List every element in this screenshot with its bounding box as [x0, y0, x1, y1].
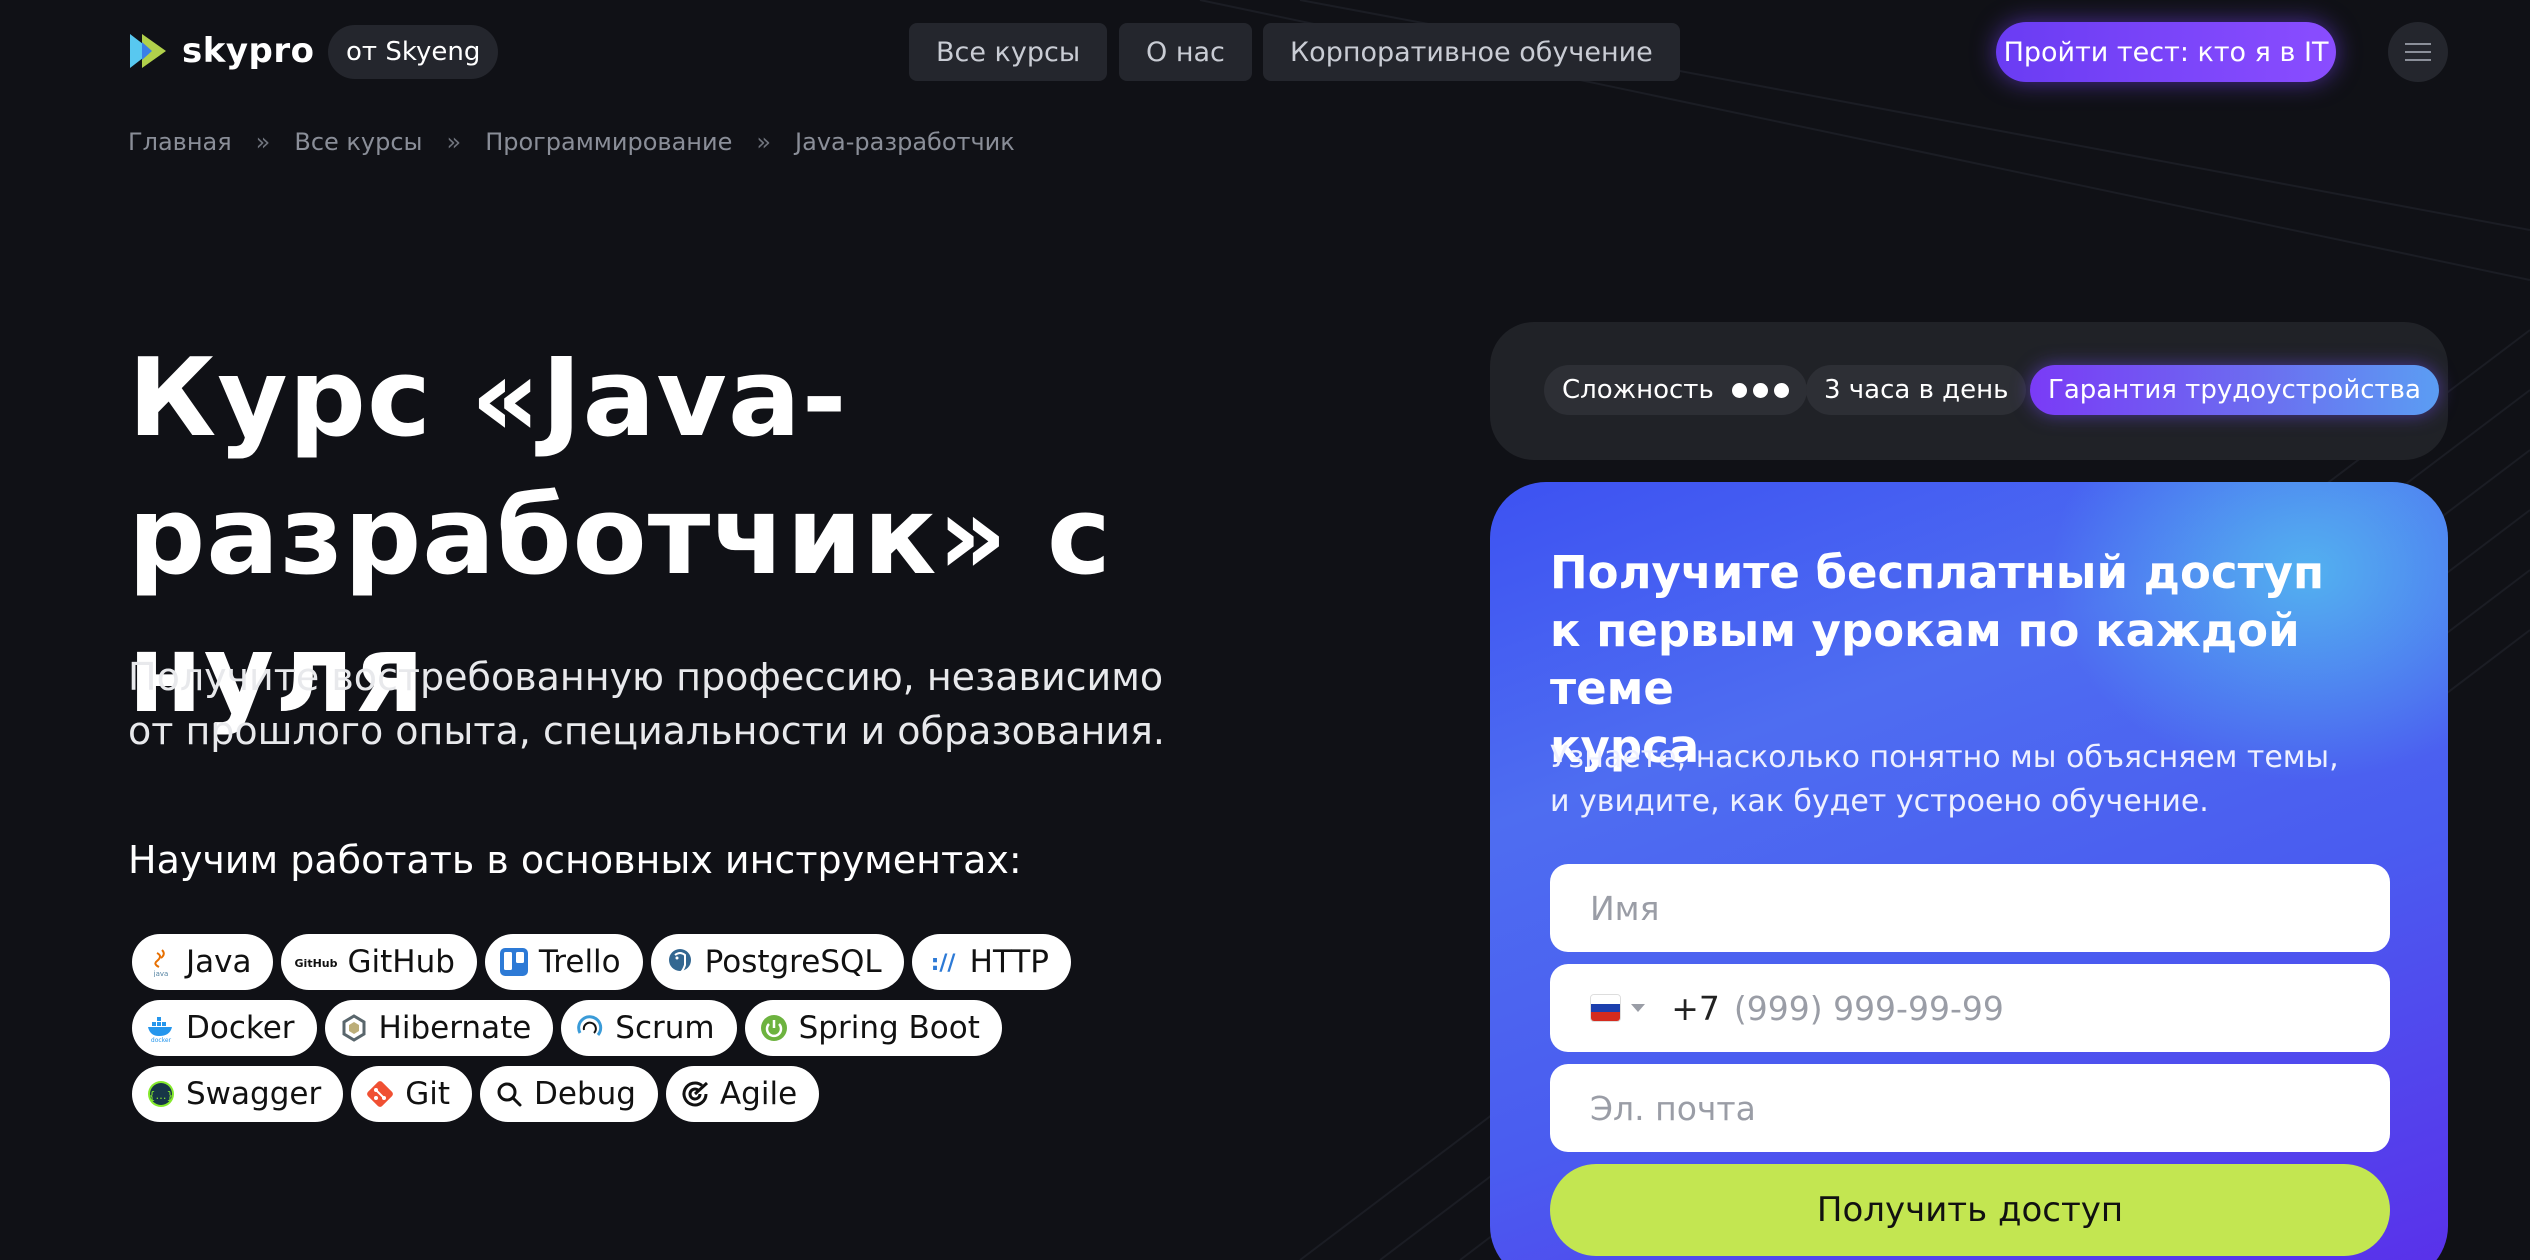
breadcrumb: Главная » Все курсы » Программирование »… — [128, 128, 1015, 156]
swagger-icon-label: {…} — [149, 1089, 174, 1102]
phone-field: +7 — [1550, 964, 2390, 1052]
logo-text: skypro — [182, 31, 315, 71]
github-icon-label: GitHub — [295, 957, 337, 970]
breadcrumb-separator: » — [255, 128, 271, 156]
breadcrumb-all-courses[interactable]: Все курсы — [294, 128, 422, 156]
subtitle-line: от прошлого опыта, специальности и образ… — [128, 709, 1165, 753]
email-field — [1550, 1064, 2390, 1152]
tool-label: Debug — [534, 1076, 636, 1112]
name-field — [1550, 864, 2390, 952]
tool-label: Trello — [538, 944, 621, 980]
difficulty-dot — [1773, 382, 1789, 398]
tool-git: Git — [351, 1066, 472, 1122]
breadcrumb-home[interactable]: Главная — [128, 128, 232, 156]
tool-scrum: Scrum — [561, 1000, 737, 1056]
docker-icon: docker — [146, 1013, 176, 1043]
phone-input[interactable] — [1733, 988, 2350, 1028]
form-title-line: Получите бесплатный доступ — [1550, 546, 2325, 599]
difficulty-dots — [1731, 382, 1789, 398]
tool-http: :// HTTP — [911, 934, 1072, 990]
nav-all-courses[interactable]: Все курсы — [909, 23, 1108, 81]
form-title-line: к первым урокам по каждой теме — [1550, 604, 2300, 715]
agile-icon — [680, 1079, 710, 1109]
phone-code: +7 — [1671, 988, 1720, 1028]
http-icon-label: :// — [930, 951, 956, 976]
postgresql-icon — [665, 947, 695, 977]
guarantee-badge: Гарантия трудоустройства — [2030, 365, 2439, 415]
hibernate-icon — [339, 1013, 369, 1043]
java-icon-label: java — [153, 970, 169, 977]
tool-hibernate: Hibernate — [324, 1000, 554, 1056]
tool-label: Swagger — [186, 1076, 322, 1112]
time-badge: 3 часа в день — [1806, 365, 2027, 415]
lead-form: Получите бесплатный доступ к первым урок… — [1490, 482, 2448, 1260]
debug-search-icon — [494, 1079, 524, 1109]
scrum-icon — [575, 1013, 605, 1043]
tool-label: HTTP — [969, 944, 1050, 980]
breadcrumb-separator: » — [446, 128, 462, 156]
menu-button[interactable] — [2388, 22, 2448, 82]
tool-label: PostgreSQL — [704, 944, 882, 980]
tool-swagger: {…} Swagger — [132, 1066, 344, 1122]
email-input[interactable] — [1590, 1088, 2350, 1128]
tool-label: Git — [405, 1076, 450, 1112]
spring-boot-icon — [759, 1013, 789, 1043]
git-icon — [365, 1079, 395, 1109]
breadcrumb-programming[interactable]: Программирование — [485, 128, 732, 156]
difficulty-badge: Сложность — [1544, 365, 1807, 415]
chevron-down-icon[interactable] — [1631, 1004, 1646, 1012]
it-test-button[interactable]: Пройти тест: кто я в IT — [1996, 22, 2336, 82]
tool-label: Docker — [186, 1010, 295, 1046]
get-access-button[interactable]: Получить доступ — [1550, 1164, 2390, 1256]
tool-trello: Trello — [484, 934, 643, 990]
name-input[interactable] — [1590, 888, 2350, 928]
tool-spring-boot: Spring Boot — [744, 1000, 1002, 1056]
title-line: Курс «Java- — [128, 336, 848, 461]
trello-icon — [499, 947, 529, 977]
tools-heading: Научим работать в основных инструментах: — [128, 838, 1022, 882]
russia-flag-icon[interactable] — [1590, 994, 1622, 1022]
tool-postgresql: PostgreSQL — [650, 934, 904, 990]
tool-label: Spring Boot — [798, 1010, 980, 1046]
course-meta: Сложность 3 часа в день Гарантия трудоус… — [1490, 322, 2448, 460]
hero-subtitle: Получите востребованную профессию, незав… — [128, 650, 1228, 758]
tool-github: GitHub GitHub — [281, 934, 477, 990]
difficulty-dot — [1752, 382, 1768, 398]
skypro-logo[interactable]: skypro — [128, 30, 314, 72]
tool-java: java Java — [132, 934, 274, 990]
github-icon: GitHub — [295, 947, 337, 977]
tool-docker: docker Docker — [132, 1000, 317, 1056]
http-icon: :// — [926, 947, 960, 977]
tool-debug: Debug — [480, 1066, 658, 1122]
nav-about[interactable]: О нас — [1119, 23, 1252, 81]
swagger-icon: {…} — [146, 1079, 176, 1109]
skyeng-badge[interactable]: от Skyeng — [328, 25, 499, 79]
java-icon: java — [146, 947, 176, 977]
tool-label: Hibernate — [378, 1010, 532, 1046]
form-subtitle-line: и увидите, как будет устроено обучение. — [1550, 784, 2209, 819]
tool-label: GitHub — [347, 944, 455, 980]
breadcrumb-separator: » — [756, 128, 772, 156]
hamburger-icon — [2405, 51, 2431, 53]
difficulty-label: Сложность — [1562, 375, 1714, 405]
docker-icon-label: docker — [151, 1037, 172, 1043]
skypro-logo-icon — [130, 34, 166, 68]
tool-label: Java — [186, 944, 252, 980]
form-subtitle: Узнаете, насколько понятно мы объясняем … — [1550, 736, 2410, 824]
tool-agile: Agile — [665, 1066, 820, 1122]
subtitle-line: Получите востребованную профессию, незав… — [128, 655, 1164, 699]
form-subtitle-line: Узнаете, насколько понятно мы объясняем … — [1550, 740, 2339, 775]
tool-label: Agile — [719, 1076, 798, 1112]
nav-corporate[interactable]: Корпоративное обучение — [1263, 23, 1680, 81]
breadcrumb-current: Java-разработчик — [795, 128, 1015, 156]
difficulty-dot — [1731, 382, 1747, 398]
tool-label: Scrum — [615, 1010, 715, 1046]
site-header: skypro от Skyeng Все курсы О нас Корпора… — [0, 0, 2530, 110]
